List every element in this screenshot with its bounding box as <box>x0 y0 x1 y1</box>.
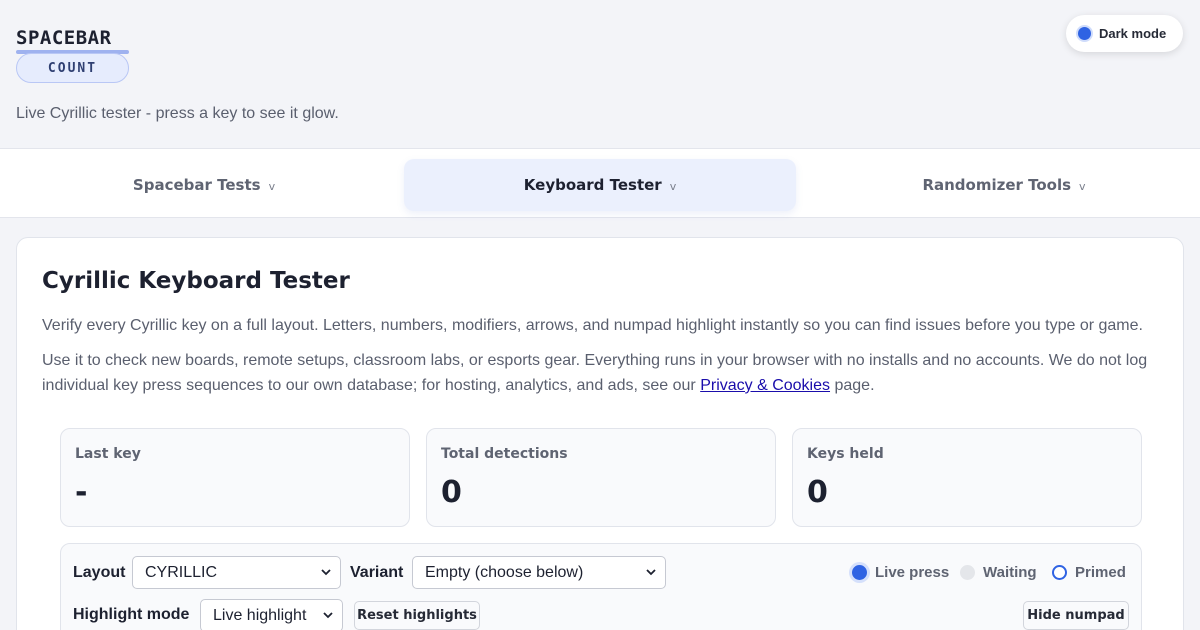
toggle-dot-icon <box>1078 27 1091 40</box>
dark-mode-label: Dark mode <box>1099 26 1167 41</box>
site-header: SPACEBAR COUNT Live Cyrillic tester - pr… <box>0 0 1200 148</box>
page-title: Cyrillic Keyboard Tester <box>42 268 350 294</box>
stat-value: 0 <box>441 475 462 510</box>
legend-primed: Primed <box>1052 564 1126 581</box>
stat-total-detections: Total detections 0 <box>426 428 776 527</box>
nav-item-label: Randomizer Tools <box>922 176 1072 194</box>
primed-indicator-icon <box>1052 565 1067 580</box>
layout-select-value: CYRILLIC <box>145 563 218 581</box>
legend-waiting: Waiting <box>960 564 1037 581</box>
dark-mode-toggle[interactable]: Dark mode <box>1066 15 1183 52</box>
legend-live-label: Live press <box>875 564 950 581</box>
description-usage: Use it to check new boards, remote setup… <box>42 348 1152 398</box>
hide-numpad-button[interactable]: Hide numpad <box>1023 601 1129 630</box>
variant-select[interactable]: Empty (choose below) <box>412 556 666 589</box>
stat-label: Last key <box>75 446 141 462</box>
controls-panel: Layout CYRILLIC Variant Empty (choose be… <box>60 543 1142 630</box>
layout-label: Layout <box>73 564 126 581</box>
logo-badge: COUNT <box>16 53 129 83</box>
chevron-down-icon <box>321 569 331 576</box>
highlight-mode-select[interactable]: Live highlight <box>200 599 343 630</box>
tester-card: Cyrillic Keyboard Tester Verify every Cy… <box>16 237 1184 630</box>
logo-wordmark: SPACEBAR <box>16 27 112 49</box>
tagline: Live Cyrillic tester - press a key to se… <box>16 105 339 122</box>
nav-item-label: Keyboard Tester <box>523 176 662 194</box>
stat-keys-held: Keys held 0 <box>792 428 1142 527</box>
nav-keyboard-tester[interactable]: Keyboard Tester v <box>404 159 796 211</box>
variant-select-value: Empty (choose below) <box>425 563 584 581</box>
stat-last-key: Last key - <box>60 428 410 527</box>
chevron-down-icon <box>323 612 333 619</box>
live-indicator-icon <box>852 565 867 580</box>
chevron-down-icon: v <box>268 180 276 193</box>
main-nav: Spacebar Tests v Keyboard Tester v Rando… <box>0 148 1200 218</box>
reset-highlights-button[interactable]: Reset highlights <box>354 601 480 630</box>
legend-waiting-label: Waiting <box>983 564 1037 581</box>
stat-label: Keys held <box>807 446 884 462</box>
nav-item-label: Spacebar Tests <box>132 176 261 194</box>
highlight-mode-value: Live highlight <box>213 606 307 624</box>
description-usage-text: Use it to check new boards, remote setup… <box>42 352 1148 394</box>
nav-randomizer-tools[interactable]: Randomizer Tools v <box>808 159 1200 211</box>
chevron-down-icon: v <box>1079 180 1086 193</box>
description-intro: Verify every Cyrillic key on a full layo… <box>42 317 1143 334</box>
layout-select[interactable]: CYRILLIC <box>132 556 341 589</box>
site-logo[interactable]: SPACEBAR COUNT <box>16 26 130 83</box>
variant-label: Variant <box>350 564 404 581</box>
stat-label: Total detections <box>441 446 568 462</box>
nav-spacebar-tests[interactable]: Spacebar Tests v <box>8 159 400 211</box>
chevron-down-icon: v <box>669 180 677 193</box>
waiting-indicator-icon <box>960 565 975 580</box>
description-usage-tail: page. <box>834 377 875 394</box>
legend-primed-label: Primed <box>1075 564 1126 581</box>
stat-value: 0 <box>807 475 828 510</box>
privacy-cookies-link[interactable]: Privacy & Cookies <box>700 377 830 394</box>
legend-live: Live press <box>852 564 949 581</box>
highlight-mode-label: Highlight mode <box>73 606 190 623</box>
chevron-down-icon <box>646 569 656 576</box>
stat-value: - <box>75 475 88 510</box>
